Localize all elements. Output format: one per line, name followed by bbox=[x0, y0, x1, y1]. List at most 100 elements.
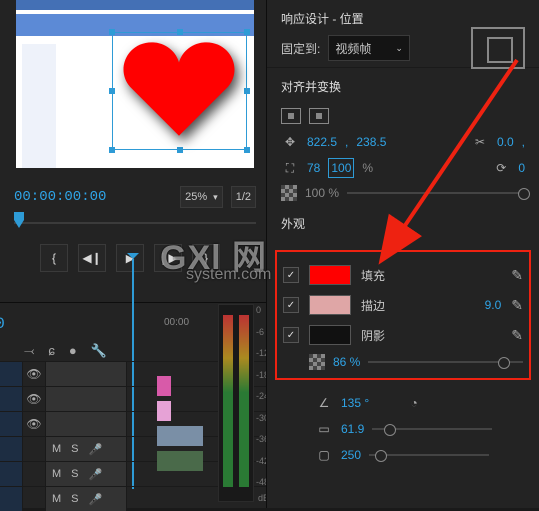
stroke-swatch[interactable] bbox=[309, 295, 351, 315]
audio-meter[interactable]: 0-6-12-18-24-30-36-42-48 dB bbox=[218, 304, 254, 502]
shadow-label: 阴影 bbox=[361, 327, 385, 344]
eyedropper-icon[interactable]: ✎ bbox=[511, 297, 523, 314]
settings-icon[interactable]: 🔧 bbox=[91, 343, 107, 359]
shadow-angle[interactable]: 135 ° bbox=[341, 396, 369, 410]
clip[interactable] bbox=[157, 401, 171, 421]
shadow-opacity-slider[interactable] bbox=[368, 361, 523, 363]
resolution-value: 1/2 bbox=[236, 191, 251, 203]
marker-icon[interactable]: ● bbox=[69, 343, 77, 359]
essential-graphics-panel: 响应设计 - 位置 固定到: 视频帧 ⌄ 对齐并变换 ✥ 822.5 , 238… bbox=[266, 0, 539, 508]
resize-handle[interactable] bbox=[109, 29, 115, 35]
position-y[interactable]: 238.5 bbox=[356, 135, 386, 149]
mark-out-button[interactable]: } bbox=[192, 244, 220, 272]
clip[interactable] bbox=[157, 451, 203, 471]
rotation-value[interactable]: 0 bbox=[518, 161, 525, 175]
resize-handle[interactable] bbox=[244, 147, 250, 153]
scale-h-locked[interactable]: 100 bbox=[328, 158, 354, 178]
track-eye-icon[interactable] bbox=[23, 487, 46, 511]
stroke-width[interactable]: 9.0 bbox=[485, 298, 502, 312]
playhead-icon[interactable] bbox=[14, 212, 24, 228]
track-eye-icon[interactable]: 👁 bbox=[23, 387, 46, 411]
mic-icon[interactable]: 🎤 bbox=[89, 493, 103, 506]
align-video-icon[interactable] bbox=[281, 108, 301, 124]
timecode-display[interactable]: 00:00:00:00 bbox=[14, 189, 106, 205]
track-header[interactable] bbox=[46, 412, 127, 436]
size-slider[interactable] bbox=[369, 454, 489, 456]
mark-in-button[interactable]: { bbox=[40, 244, 68, 272]
scale-w[interactable]: 78 bbox=[307, 161, 320, 175]
shadow-row: ✓ 阴影 ✎ bbox=[283, 320, 523, 350]
resize-handle[interactable] bbox=[244, 29, 250, 35]
anchor-x[interactable]: 0.0 bbox=[497, 135, 514, 149]
shadow-distance[interactable]: 61.9 bbox=[341, 422, 364, 436]
track-target[interactable] bbox=[0, 437, 23, 461]
eyedropper-icon[interactable]: ✎ bbox=[511, 267, 523, 284]
step-forward-button[interactable]: ❙▶ bbox=[154, 244, 182, 272]
selected-shape-bounds[interactable]: ⊕ bbox=[112, 32, 247, 150]
mock-ui-sidebar bbox=[22, 44, 56, 168]
heart-shape[interactable] bbox=[120, 38, 238, 138]
track-header[interactable] bbox=[46, 387, 127, 411]
clip[interactable] bbox=[157, 426, 203, 446]
stroke-label: 描边 bbox=[361, 297, 385, 314]
shadow-size[interactable]: 250 bbox=[341, 448, 361, 462]
track-eye-icon[interactable]: 👁 bbox=[23, 362, 46, 386]
track-eye-icon[interactable] bbox=[23, 462, 46, 486]
track-eye-icon[interactable] bbox=[23, 437, 46, 461]
slider-knob[interactable] bbox=[384, 424, 396, 436]
step-back-button[interactable]: ◀❙ bbox=[78, 244, 106, 272]
mic-icon[interactable]: 🎤 bbox=[89, 443, 103, 456]
track-header[interactable]: MS🎤 bbox=[46, 487, 127, 511]
monitor-ruler[interactable] bbox=[14, 214, 256, 234]
clock-icon: ◔ bbox=[405, 394, 423, 412]
section-title: 对齐并变换 bbox=[281, 78, 525, 95]
appearance-highlight-box: ✓ 填充 ✎ ✓ 描边 9.0 ✎ ✓ 阴影 ✎ 86 % bbox=[275, 250, 531, 380]
stroke-checkbox[interactable]: ✓ bbox=[283, 297, 299, 313]
resize-handle[interactable] bbox=[109, 147, 115, 153]
shadow-checkbox[interactable]: ✓ bbox=[283, 327, 299, 343]
resolution-select[interactable]: 1/2 bbox=[231, 186, 256, 208]
timeline-timecode[interactable]: :00 bbox=[0, 315, 5, 333]
mock-ui-bar bbox=[16, 0, 254, 10]
track-target[interactable] bbox=[0, 412, 23, 436]
opacity-value[interactable]: 100 % bbox=[305, 186, 339, 200]
track-header[interactable]: MS🎤 bbox=[46, 437, 127, 461]
ruler-tick: 00:00 bbox=[164, 317, 189, 328]
align-container-icon[interactable] bbox=[309, 108, 329, 124]
track-header[interactable] bbox=[46, 362, 127, 386]
distance-slider[interactable] bbox=[372, 428, 492, 430]
track-target[interactable] bbox=[0, 462, 23, 486]
slider-knob[interactable] bbox=[375, 450, 387, 462]
track-target[interactable] bbox=[0, 487, 23, 511]
slider-knob[interactable] bbox=[498, 357, 510, 369]
left-panel: ⊕ 00:00:00:00 25%▾ 1/2 { ◀❙ ▶ ❙▶ } :00 ⤙… bbox=[0, 0, 266, 508]
responsive-design-section: 响应设计 - 位置 固定到: 视频帧 ⌄ bbox=[267, 0, 539, 68]
clip[interactable] bbox=[157, 376, 171, 396]
pin-widget[interactable] bbox=[471, 27, 525, 69]
fill-swatch[interactable] bbox=[309, 265, 351, 285]
resize-handle[interactable] bbox=[244, 88, 250, 94]
track-eye-icon[interactable]: 👁 bbox=[23, 412, 46, 436]
program-monitor[interactable]: ⊕ bbox=[16, 0, 254, 168]
fill-checkbox[interactable]: ✓ bbox=[283, 267, 299, 283]
slider-knob[interactable] bbox=[518, 188, 530, 200]
snap-icon[interactable]: ⤙ bbox=[24, 343, 34, 359]
track-header[interactable]: MS🎤 bbox=[46, 462, 127, 486]
shadow-opacity[interactable]: 86 % bbox=[333, 355, 360, 369]
linked-selection-icon[interactable]: ɕ bbox=[48, 343, 55, 359]
chevron-down-icon: ▾ bbox=[213, 192, 218, 203]
pin-to-value: 视频帧 bbox=[335, 40, 371, 57]
zoom-select[interactable]: 25%▾ bbox=[180, 186, 223, 208]
eyedropper-icon[interactable]: ✎ bbox=[511, 327, 523, 344]
shadow-swatch[interactable] bbox=[309, 325, 351, 345]
pin-to-select[interactable]: 视频帧 ⌄ bbox=[328, 35, 410, 61]
track-target[interactable] bbox=[0, 387, 23, 411]
resize-handle[interactable] bbox=[109, 88, 115, 94]
resize-handle[interactable] bbox=[177, 147, 183, 153]
track-target[interactable] bbox=[0, 362, 23, 386]
resize-handle[interactable] bbox=[177, 29, 183, 35]
mic-icon[interactable]: 🎤 bbox=[89, 468, 103, 481]
anchor-point-icon: ✂ bbox=[471, 133, 489, 151]
position-x[interactable]: 822.5 bbox=[307, 135, 337, 149]
opacity-slider[interactable] bbox=[347, 192, 525, 194]
